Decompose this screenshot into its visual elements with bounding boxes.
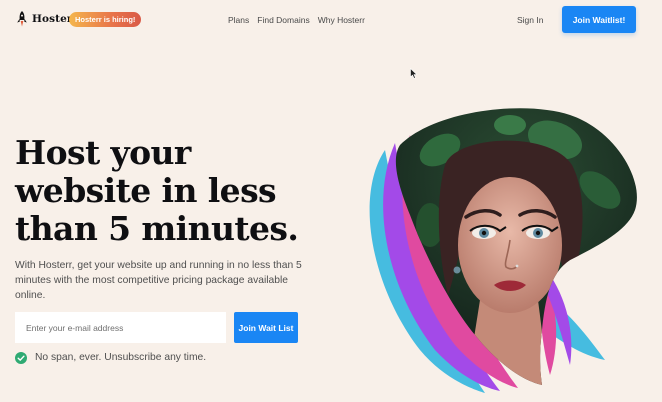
email-input[interactable] xyxy=(15,312,226,343)
hero-subtitle: With Hosterr, get your website up and ru… xyxy=(15,260,302,301)
site-header: Hosterr Hosterr is hiring! Plans Find Do… xyxy=(0,0,662,40)
landing-page: Hosterr Hosterr is hiring! Plans Find Do… xyxy=(0,0,662,402)
sign-in-link[interactable]: Sign In xyxy=(517,15,543,25)
nav-item-find-domains[interactable]: Find Domains xyxy=(257,15,309,25)
nav-item-why-hosterr[interactable]: Why Hosterr xyxy=(318,15,365,25)
rocket-icon[interactable] xyxy=(15,11,29,27)
main-nav: Plans Find Domains Why Hosterr xyxy=(228,15,365,25)
join-wait-list-button[interactable]: Join Wait List xyxy=(234,312,298,343)
hero-title: Host your website in less than 5 minutes… xyxy=(15,133,299,248)
nav-item-plans[interactable]: Plans xyxy=(228,15,249,25)
mouse-cursor-icon xyxy=(410,68,418,79)
no-spam-note: No span, ever. Unsubscribe any time. xyxy=(35,352,207,363)
hero-portrait-illustration xyxy=(369,108,637,393)
check-circle-icon xyxy=(15,352,27,364)
join-waitlist-button[interactable]: Join Waitlist! xyxy=(562,6,636,33)
hiring-badge[interactable]: Hosterr is hiring! xyxy=(69,12,142,27)
